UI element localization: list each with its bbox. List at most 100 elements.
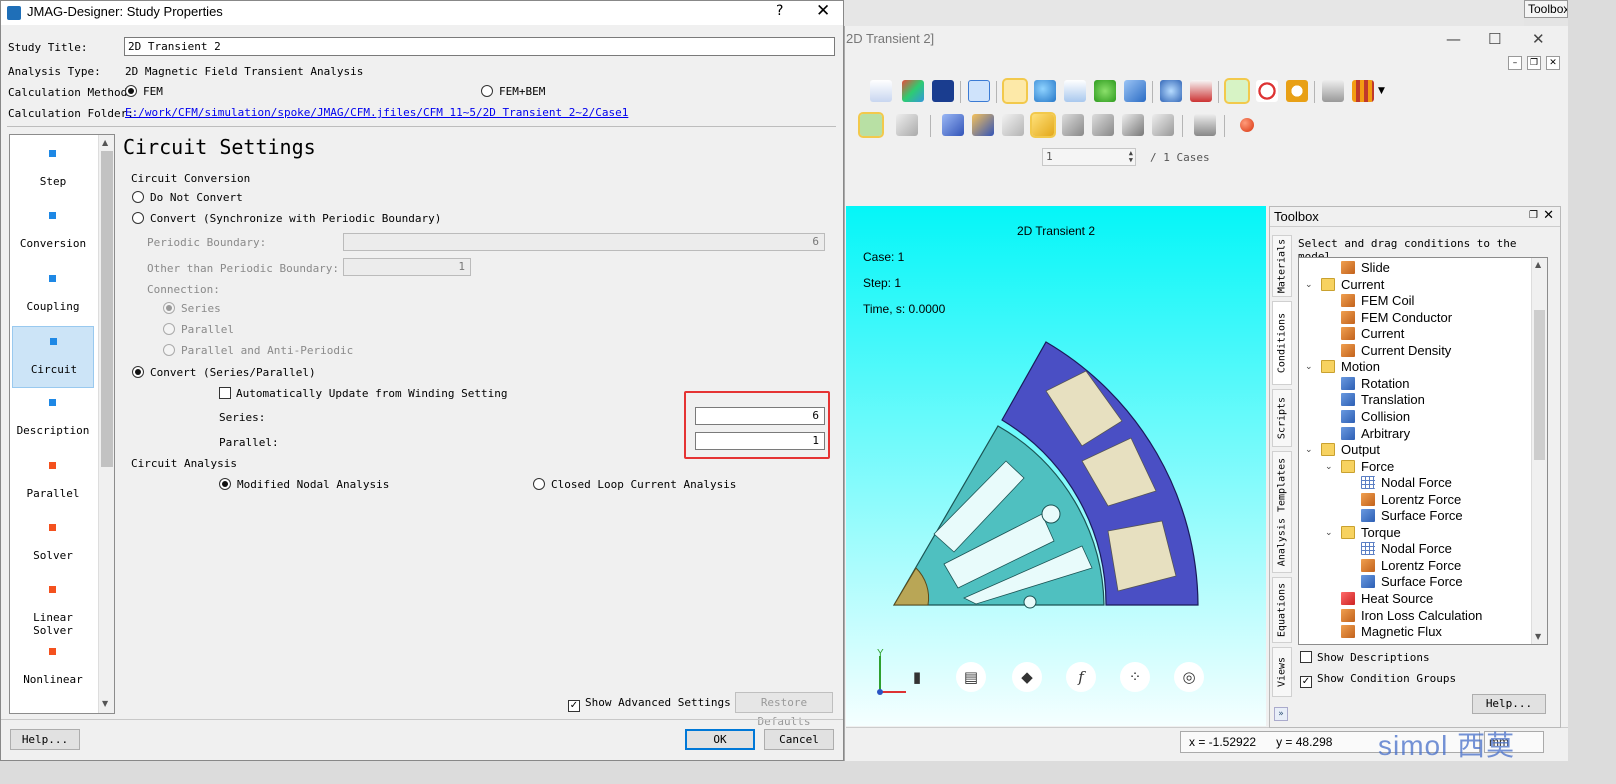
minimize-icon[interactable]: — — [1446, 30, 1461, 48]
expand-panel-icon[interactable]: » — [1274, 707, 1288, 721]
tree-item-torque[interactable]: ⌄ Torque — [1325, 525, 1401, 541]
camera-icon[interactable] — [1194, 114, 1216, 136]
zoom-box-icon[interactable] — [1064, 80, 1086, 102]
tree-expander-icon[interactable]: ⌄ — [1305, 359, 1315, 375]
mesh-icon[interactable] — [1352, 80, 1374, 102]
toolbox-help-button[interactable]: Help... — [1472, 694, 1546, 714]
tree-scrollbar[interactable]: ▲ ▼ — [1531, 258, 1547, 644]
checkbox-checked-icon[interactable]: ✓ — [1300, 676, 1312, 688]
scroll-up-icon[interactable]: ▲ — [102, 138, 108, 147]
tree-item-surface-force[interactable]: Surface Force — [1361, 574, 1463, 590]
mdi-close-icon[interactable]: ✕ — [1546, 56, 1560, 70]
radio-convert-series-parallel[interactable]: Convert (Series/Parallel) — [132, 366, 316, 379]
radio-selected-icon[interactable] — [125, 85, 137, 97]
tree-item-force[interactable]: ⌄ Force — [1325, 459, 1394, 475]
radio-fem[interactable]: FEM — [125, 85, 163, 98]
radio-icon[interactable] — [132, 191, 144, 203]
tab-analysis-templates[interactable]: Analysis Templates — [1272, 451, 1292, 573]
shaded-view-icon[interactable] — [972, 114, 994, 136]
checkbox-icon[interactable] — [219, 387, 231, 399]
tree-item-magnetic-flux[interactable]: Magnetic Flux — [1341, 624, 1442, 640]
rotate-icon[interactable] — [1094, 80, 1116, 102]
nav-scroll-thumb[interactable] — [101, 151, 113, 467]
cone-view-icon[interactable] — [1122, 114, 1144, 136]
function-icon[interactable]: f — [1066, 662, 1096, 692]
tree-item-translation[interactable]: Translation — [1341, 392, 1425, 408]
radio-closed-loop[interactable]: Closed Loop Current Analysis — [533, 478, 736, 491]
scroll-down-icon[interactable]: ▼ — [102, 699, 108, 708]
marker-icon[interactable] — [1286, 80, 1308, 102]
radio-selected-icon[interactable] — [219, 478, 231, 490]
show-condition-groups-checkbox[interactable]: ✓ Show Condition Groups — [1300, 672, 1456, 688]
fit-view-icon[interactable] — [968, 80, 990, 102]
auto-update-checkbox[interactable]: Automatically Update from Winding Settin… — [219, 387, 508, 400]
select-region-icon[interactable] — [1224, 78, 1250, 104]
radio-convert-sync[interactable]: Convert (Synchronize with Periodic Bound… — [132, 212, 441, 225]
tab-materials[interactable]: Materials — [1272, 235, 1292, 297]
tab-equations[interactable]: Equations — [1272, 577, 1292, 643]
tag-icon[interactable]: ◆ — [1012, 662, 1042, 692]
nav-item-nonlinear[interactable]: Nonlinear — [12, 637, 94, 699]
tree-item-slide[interactable]: Slide — [1341, 260, 1390, 276]
editor-icon[interactable] — [932, 80, 954, 102]
model-viewport[interactable]: 2D Transient 2 Case: 1 Step: 1 Time, s: … — [846, 206, 1266, 726]
tab-scripts[interactable]: Scripts — [1272, 389, 1292, 447]
face-view-icon[interactable] — [1030, 112, 1056, 138]
solid-view-icon[interactable] — [942, 114, 964, 136]
tree-item-surface-force[interactable]: Surface Force — [1361, 508, 1463, 524]
checkbox-icon[interactable] — [1300, 651, 1312, 663]
select-pointer-icon[interactable] — [1002, 78, 1028, 104]
nav-item-circuit[interactable]: Circuit — [12, 325, 94, 388]
globe-icon[interactable]: ◎ — [1174, 662, 1204, 692]
nav-item-conversion[interactable]: Conversion — [12, 201, 94, 263]
tree-item-heat-source[interactable]: Heat Source — [1341, 591, 1433, 607]
outline-view-icon[interactable] — [1002, 114, 1024, 136]
scroll-up-icon[interactable]: ▲ — [1535, 260, 1541, 269]
tree-item-fem-coil[interactable]: FEM Coil — [1341, 293, 1414, 309]
checkbox-checked-icon[interactable]: ✓ — [568, 700, 580, 712]
show-descriptions-checkbox[interactable]: Show Descriptions — [1300, 651, 1430, 664]
help-icon[interactable]: ? — [776, 3, 783, 19]
radio-modified-nodal[interactable]: Modified Nodal Analysis — [219, 478, 389, 491]
tree-item-lorentz-force[interactable]: Lorentz Force — [1361, 558, 1461, 574]
nav-scrollbar[interactable]: ▲ ▼ — [98, 135, 114, 713]
restore-defaults-button[interactable]: Restore Defaults — [735, 692, 833, 728]
ok-button[interactable]: OK — [685, 729, 755, 750]
scatter-icon[interactable]: ⁘ — [1120, 662, 1150, 692]
graph-icon[interactable] — [870, 80, 892, 102]
tree-item-output[interactable]: ⌄ Output — [1305, 442, 1380, 458]
radio-fem-bem[interactable]: FEM+BEM — [481, 85, 545, 98]
tree-item-current[interactable]: ⌄ Current — [1305, 277, 1384, 293]
layers-icon[interactable] — [1322, 80, 1344, 102]
model-view-icon[interactable] — [858, 112, 884, 138]
tree-item-motion[interactable]: ⌄ Motion — [1305, 359, 1380, 375]
radio-icon[interactable] — [533, 478, 545, 490]
nav-item-coupling[interactable]: Coupling — [12, 264, 94, 326]
tree-item-current-density[interactable]: Current Density — [1341, 343, 1451, 359]
radio-selected-icon[interactable] — [132, 366, 144, 378]
tree-item-rotation[interactable]: Rotation — [1341, 376, 1409, 392]
tree-expander-icon[interactable]: ⌄ — [1325, 459, 1335, 475]
nav-item-solver[interactable]: Solver — [12, 513, 94, 575]
dropdown-arrow-icon[interactable]: ▼ — [1378, 86, 1385, 96]
nav-item-description[interactable]: Description — [12, 388, 94, 450]
tree-item-arbitrary[interactable]: Arbitrary — [1341, 426, 1410, 442]
wireframe-icon[interactable] — [896, 114, 918, 136]
dialog-close-icon[interactable]: ✕ — [816, 1, 830, 21]
tree-item-nodal-force[interactable]: Nodal Force — [1361, 475, 1452, 491]
tree-item-nodal-force[interactable]: Nodal Force — [1361, 541, 1452, 557]
nav-item-linear-solver[interactable]: Linear Solver — [12, 575, 94, 637]
close-icon[interactable]: ✕ — [1532, 30, 1545, 48]
tree-item-current[interactable]: Current — [1341, 326, 1404, 342]
toolbox-close-icon[interactable]: ✕ — [1543, 208, 1554, 223]
vertex-view-icon[interactable] — [1092, 114, 1114, 136]
zoom-icon[interactable] — [1034, 80, 1056, 102]
lasso-icon[interactable] — [1256, 80, 1278, 102]
tree-item-fem-conductor[interactable]: FEM Conductor — [1341, 310, 1452, 326]
study-title-input[interactable] — [124, 37, 835, 56]
tree-expander-icon[interactable]: ⌄ — [1325, 525, 1335, 541]
tree-item-iron-loss-calculation[interactable]: Iron Loss Calculation — [1341, 608, 1482, 624]
edge-view-icon[interactable] — [1062, 114, 1084, 136]
tree-expander-icon[interactable]: ⌄ — [1305, 442, 1315, 458]
case-number-field[interactable]: 1 ▲ ▼ — [1042, 148, 1136, 166]
